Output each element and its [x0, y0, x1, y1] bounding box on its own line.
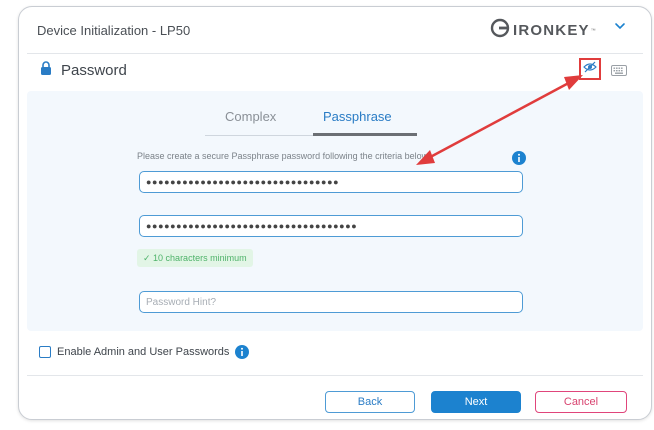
- info-icon[interactable]: [512, 151, 526, 165]
- show-password-button[interactable]: [579, 58, 601, 80]
- password-masked-value: ●●●●●●●●●●●●●●●●●●●●●●●●●●●●●●●●: [146, 177, 340, 187]
- back-button[interactable]: Back: [325, 391, 415, 413]
- hint-placeholder: Password Hint?: [146, 296, 217, 308]
- cancel-button[interactable]: Cancel: [535, 391, 627, 413]
- next-button[interactable]: Next: [431, 391, 521, 413]
- confirm-password-input[interactable]: ●●●●●●●●●●●●●●●●●●●●●●●●●●●●●●●●●●●: [139, 215, 523, 237]
- header-divider: [27, 53, 643, 54]
- lock-icon: [39, 60, 53, 81]
- password-hint-input[interactable]: Password Hint?: [139, 291, 523, 313]
- section-header: Password: [39, 60, 127, 81]
- brand-name: IRONKEY: [513, 22, 590, 39]
- trademark: ™: [590, 27, 596, 34]
- eye-slash-icon: [583, 60, 597, 78]
- password-panel: Complex Passphrase Please create a secur…: [27, 91, 643, 331]
- tab-complex[interactable]: Complex: [225, 109, 276, 124]
- instruction-text: Please create a secure Passphrase passwo…: [137, 151, 431, 161]
- keyboard-icon[interactable]: [611, 63, 627, 81]
- admin-option-row[interactable]: Enable Admin and User Passwords: [39, 345, 250, 359]
- ironkey-logo-icon: [489, 17, 511, 44]
- admin-checkbox-label[interactable]: Enable Admin and User Passwords: [57, 346, 229, 358]
- device-init-window: Device Initialization - LP50 IRONKEY ™ P…: [18, 6, 652, 420]
- tab-passphrase[interactable]: Passphrase: [323, 109, 392, 124]
- chevron-down-icon[interactable]: [613, 19, 627, 38]
- section-title: Password: [61, 62, 127, 79]
- password-input[interactable]: ●●●●●●●●●●●●●●●●●●●●●●●●●●●●●●●●: [139, 171, 523, 193]
- window-title: Device Initialization - LP50: [37, 23, 191, 38]
- requirement-badge: ✓ 10 characters minimum: [137, 249, 253, 267]
- info-icon[interactable]: [235, 345, 250, 359]
- ironkey-logo: IRONKEY ™: [489, 17, 596, 44]
- admin-checkbox[interactable]: [39, 346, 51, 358]
- footer-divider: [27, 375, 643, 376]
- confirm-masked-value: ●●●●●●●●●●●●●●●●●●●●●●●●●●●●●●●●●●●: [146, 221, 358, 231]
- active-tab-indicator: [313, 133, 417, 136]
- title-bar: Device Initialization - LP50 IRONKEY ™: [19, 7, 651, 49]
